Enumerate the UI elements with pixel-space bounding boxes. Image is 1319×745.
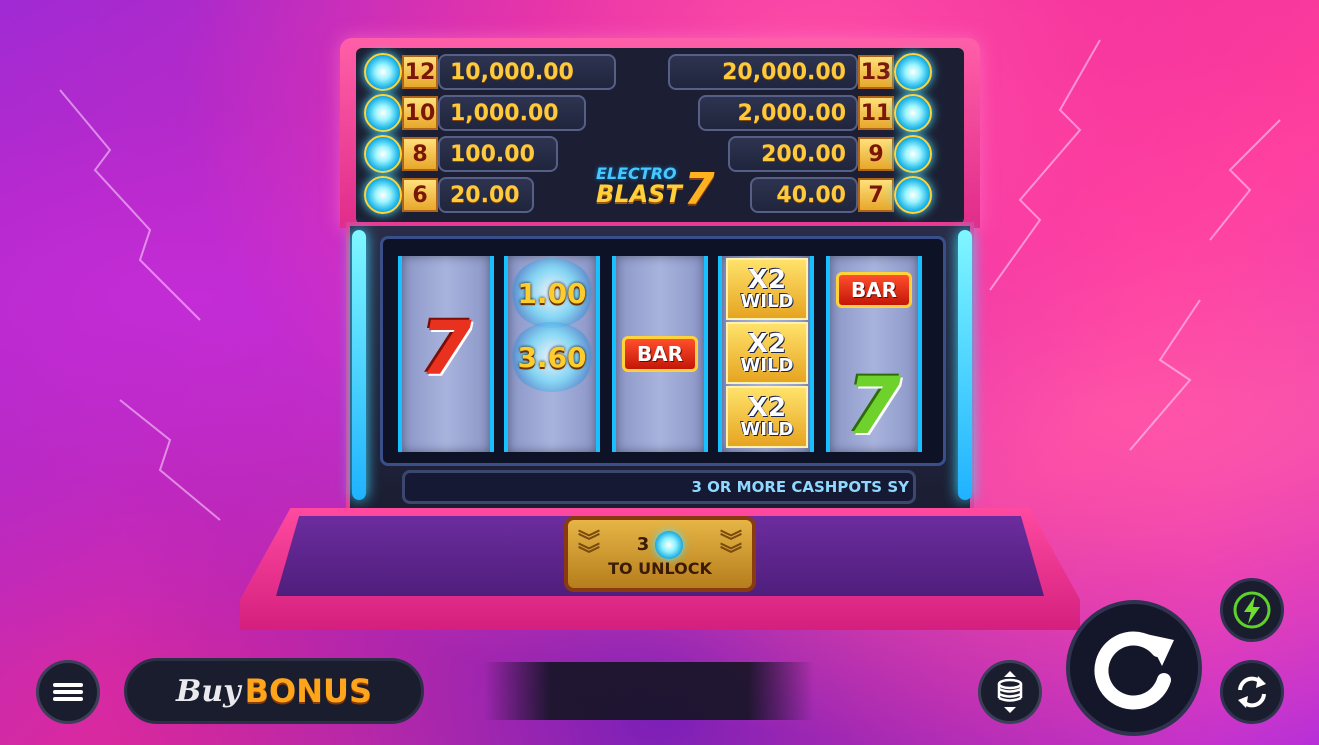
jackpot-count: 8: [402, 137, 438, 171]
jackpot-count: 12: [402, 55, 438, 89]
wild-label: WILD: [740, 355, 794, 376]
symbol-bar: BAR: [836, 272, 912, 308]
jackpot-row-left-4: 6 20.00: [364, 176, 534, 214]
game-logo: ELECTRO BLAST 7: [596, 166, 736, 214]
unlock-indicator: ︾ ︾ 3 TO UNLOCK ︾ ︾: [564, 516, 756, 592]
unlock-label: TO UNLOCK: [608, 558, 712, 578]
cashpot-orb-icon: [655, 530, 684, 559]
buy-bonus-button[interactable]: Buy BONUS: [124, 658, 424, 724]
jackpot-row-right-2: 2,000.00 11: [698, 94, 932, 132]
chevron-down-icon: ︾ ︾: [719, 530, 742, 569]
reel-4: X2 WILD X2 WILD X2 WILD: [718, 256, 814, 452]
jackpot-row-left-2: 10 1,000.00: [364, 94, 586, 132]
neon-tube-right: [958, 230, 972, 500]
cashpot-orb-icon: [364, 94, 402, 132]
jackpot-row-left-1: 12 10,000.00: [364, 53, 616, 91]
jackpot-value: 40.00: [750, 177, 858, 213]
bet-stake-button[interactable]: [978, 660, 1042, 724]
symbol-wild-x2: X2 WILD: [726, 258, 808, 320]
cashpot-orb-icon: [364, 176, 402, 214]
logo-blast: BLAST: [596, 180, 682, 208]
lightning-icon: [1233, 591, 1271, 629]
jackpot-value: 1,000.00: [438, 95, 586, 131]
jackpot-row-right-3: 200.00 9: [728, 135, 932, 173]
unlock-count: 3: [636, 534, 650, 555]
jackpot-row-left-3: 8 100.00: [364, 135, 558, 173]
info-ticker: 3 OR MORE CASHPOTS SY: [402, 470, 916, 504]
jackpot-count: 9: [858, 137, 894, 171]
cashpot-symbol: 3.60: [510, 322, 594, 392]
cashpot-orb-icon: [894, 53, 932, 91]
symbol-wild-x2: X2 WILD: [726, 386, 808, 448]
buy-bonus-bonus-label: BONUS: [244, 672, 372, 710]
wild-label: WILD: [740, 291, 794, 312]
symbol-seven-green: 7: [846, 362, 902, 452]
jackpot-value: 20,000.00: [668, 54, 858, 90]
jackpot-value: 100.00: [438, 136, 558, 172]
jackpot-row-right-1: 20,000.00 13: [668, 53, 932, 91]
cashpot-orb-icon: [894, 94, 932, 132]
jackpot-row-right-4: 40.00 7: [750, 176, 932, 214]
buy-bonus-buy-label: Buy: [175, 673, 241, 709]
cashpot-orb-icon: [894, 176, 932, 214]
logo-seven: 7: [684, 164, 715, 215]
symbol-bar: BAR: [622, 336, 698, 372]
wild-multiplier: X2: [747, 393, 787, 423]
neon-tube-left: [352, 230, 366, 500]
chevron-down-icon: ︾ ︾: [578, 530, 601, 569]
cashpot-symbol: 1.00: [510, 258, 594, 328]
hamburger-icon: [53, 680, 83, 704]
reel-1: 7: [398, 256, 494, 452]
cashpot-orb-icon: [364, 135, 402, 173]
coin-stack-icon: [997, 671, 1023, 713]
spin-button[interactable]: [1066, 600, 1202, 736]
jackpot-count: 6: [402, 178, 438, 212]
spin-arrow-icon: [1094, 631, 1174, 710]
cashpot-orb-icon: [894, 135, 932, 173]
unlock-text: 3 TO UNLOCK: [608, 530, 712, 578]
jackpot-value: 2,000.00: [698, 95, 858, 131]
turbo-button[interactable]: [1220, 578, 1284, 642]
symbol-seven-red: 7: [420, 306, 472, 392]
jackpot-value: 200.00: [728, 136, 858, 172]
autoplay-button[interactable]: [1220, 660, 1284, 724]
wild-multiplier: X2: [747, 265, 787, 295]
cashpot-orb-icon: [364, 53, 402, 91]
jackpot-count: 10: [402, 96, 438, 130]
menu-button[interactable]: [36, 660, 100, 724]
jackpot-value: 20.00: [438, 177, 534, 213]
jackpot-count: 11: [858, 96, 894, 130]
wild-multiplier: X2: [747, 329, 787, 359]
jackpot-value: 10,000.00: [438, 54, 616, 90]
jackpot-count: 13: [858, 55, 894, 89]
wild-label: WILD: [740, 419, 794, 440]
reel-3: BAR: [612, 256, 708, 452]
jackpot-count: 7: [858, 178, 894, 212]
reel-2: 1.00 3.60: [504, 256, 600, 452]
reel-5: BAR 7: [826, 256, 922, 452]
message-bar: [484, 662, 814, 720]
autoplay-icon: [1238, 676, 1266, 708]
symbol-wild-x2: X2 WILD: [726, 322, 808, 384]
